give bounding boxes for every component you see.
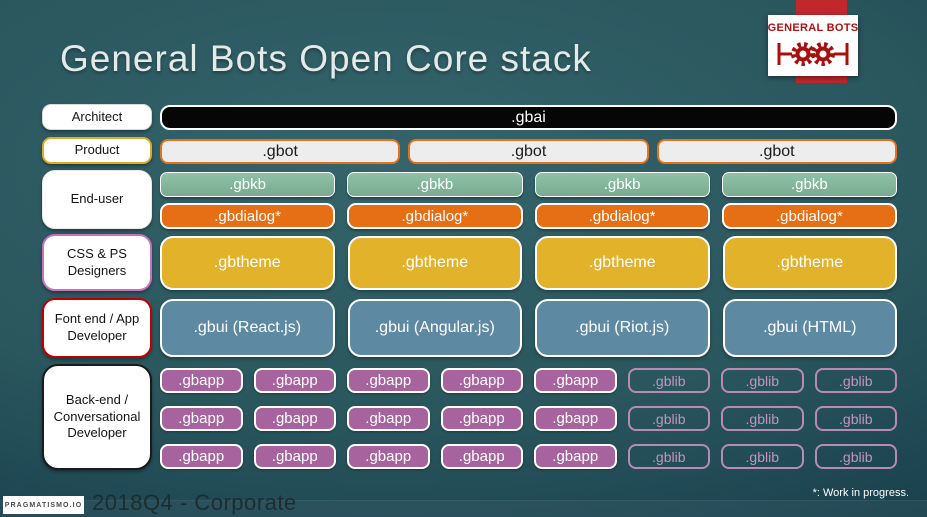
label-product: Product — [42, 137, 152, 164]
gbui-html-box: .gbui (HTML) — [722, 299, 897, 357]
gbapp-box: .gbapp — [347, 406, 430, 431]
gbapp-box: .gbapp — [253, 406, 336, 431]
gbkb-box: .gbkb — [160, 172, 336, 197]
gbapp-box: .gbapp — [160, 368, 243, 393]
logo-brand-text: GENERAL BOTS — [767, 21, 859, 34]
label-architect-text: Architect — [71, 108, 123, 124]
gbai-bar: .gbai — [160, 105, 897, 130]
gbdialog-box: .gbdialog* — [534, 203, 710, 229]
gbdialog-box: .gbdialog* — [160, 203, 336, 229]
row-gbdialog: .gbdialog* .gbdialog* .gbdialog* .gbdial… — [160, 203, 897, 229]
gbkb-box: .gbkb — [534, 172, 710, 197]
gbapp-box: .gbapp — [347, 444, 430, 469]
gbkb-box: .gbkb — [347, 172, 523, 197]
label-frontend-app-developer: Font end / App Developer — [42, 298, 152, 358]
row-gbtheme: .gbtheme .gbtheme .gbtheme .gbtheme — [160, 236, 897, 290]
row-gbot: .gbot .gbot .gbot — [160, 139, 897, 164]
label-css-ps-designers: CSS & PS Designers — [42, 234, 152, 291]
general-bots-logo: GENERAL BOTS — [768, 15, 858, 76]
gbapp-box: .gbapp — [534, 406, 617, 431]
gbtheme-box: .gbtheme — [722, 236, 897, 290]
row-apps-2: .gbapp .gbapp .gbapp .gbapp .gbapp .gbli… — [160, 406, 897, 431]
row-apps-3: .gbapp .gbapp .gbapp .gbapp .gbapp .gbli… — [160, 444, 897, 469]
gblib-box: .gblib — [627, 406, 710, 431]
gblib-box: .gblib — [814, 406, 897, 431]
gbdialog-box: .gbdialog* — [347, 203, 523, 229]
slide-footer-text: 2018Q4 - Corporate — [92, 490, 297, 515]
gblib-box: .gblib — [721, 406, 804, 431]
page-title: General Bots Open Core stack — [60, 38, 592, 79]
gblib-box: .gblib — [721, 444, 804, 469]
gblib-box: .gblib — [627, 368, 710, 393]
label-frontend-text: Font end / App Developer — [54, 311, 140, 343]
gblib-box: .gblib — [721, 368, 804, 393]
gbkb-box: .gbkb — [721, 172, 897, 197]
gblib-box: .gblib — [627, 444, 710, 469]
row-gbkb: .gbkb .gbkb .gbkb .gbkb — [160, 172, 897, 197]
gbui-riot-box: .gbui (Riot.js) — [535, 299, 710, 357]
gbapp-box: .gbapp — [440, 368, 523, 393]
row-gbai: .gbai — [160, 105, 897, 130]
gbtheme-box: .gbtheme — [535, 236, 710, 290]
gbapp-box: .gbapp — [440, 444, 523, 469]
gbapp-box: .gbapp — [440, 406, 523, 431]
row-gbui: .gbui (React.js) .gbui (Angular.js) .gbu… — [160, 299, 897, 357]
row-apps-1: .gbapp .gbapp .gbapp .gbapp .gbapp .gbli… — [160, 368, 897, 393]
gbapp-box: .gbapp — [253, 368, 336, 393]
label-architect: Architect — [42, 104, 152, 130]
gbtheme-box: .gbtheme — [347, 236, 522, 290]
label-end-user: End-user — [42, 170, 152, 229]
label-css-ps-text: CSS & PS Designers — [67, 245, 127, 278]
gbot-box: .gbot — [656, 139, 897, 164]
gbdialog-box: .gbdialog* — [721, 203, 897, 229]
gblib-box: .gblib — [814, 444, 897, 469]
label-product-text: Product — [74, 142, 120, 158]
gbui-react-box: .gbui (React.js) — [160, 299, 335, 357]
gbapp-box: .gbapp — [347, 368, 430, 393]
label-backend-text: Back-end / Conversational Developer — [53, 391, 141, 441]
gbapp-box: .gbapp — [160, 444, 243, 469]
pragmatismo-logo: PRAGMATISMO.IO — [3, 496, 84, 514]
gbui-angular-box: .gbui (Angular.js) — [347, 299, 522, 357]
work-in-progress-footnote: *: Work in progress. — [812, 487, 909, 499]
gblib-box: .gblib — [814, 368, 897, 393]
slide: General Bots Open Core stack GENERAL BOT… — [0, 0, 927, 517]
gbapp-box: .gbapp — [253, 444, 336, 469]
gbapp-box: .gbapp — [534, 368, 617, 393]
gbtheme-box: .gbtheme — [160, 236, 335, 290]
gbot-box: .gbot — [408, 139, 649, 164]
gbapp-box: .gbapp — [160, 406, 243, 431]
label-end-user-text: End-user — [70, 191, 124, 207]
gears-icon — [777, 41, 849, 66]
gbapp-box: .gbapp — [534, 444, 617, 469]
gbot-box: .gbot — [160, 139, 401, 164]
label-backend-conversational-developer: Back-end / Conversational Developer — [42, 364, 152, 470]
